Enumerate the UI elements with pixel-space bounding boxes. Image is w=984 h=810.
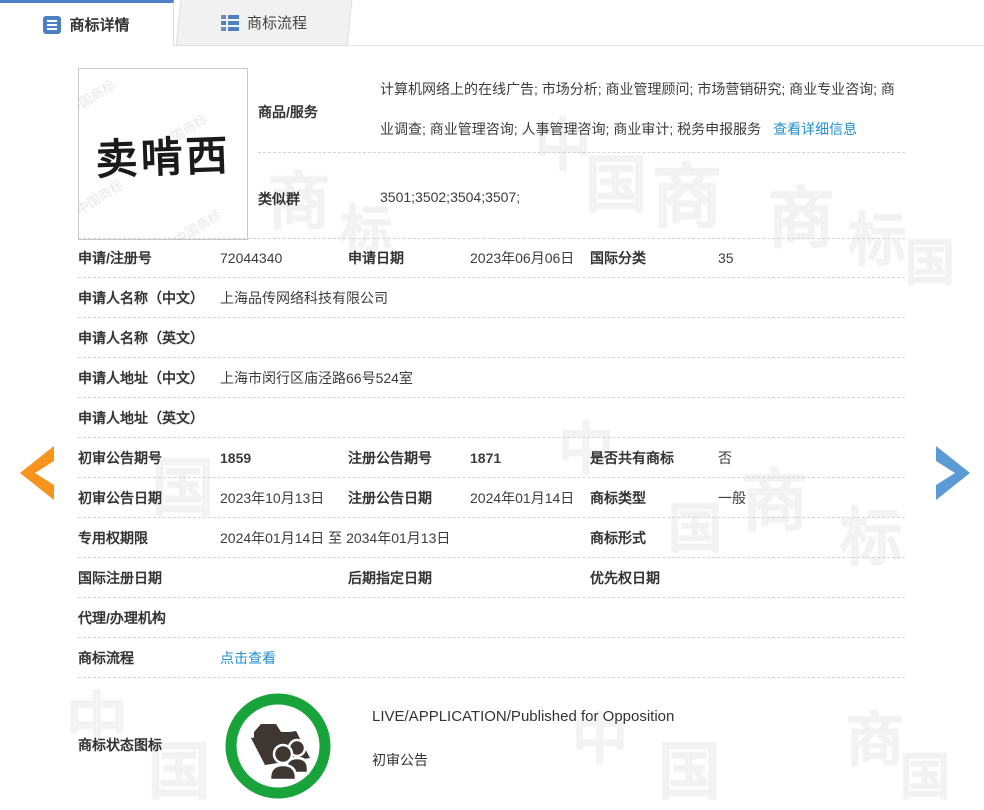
background-watermark-glyph: 国 xyxy=(900,752,950,802)
row-applicant-name-en: 申请人名称（英文） xyxy=(78,318,905,358)
address-en-label: 申请人地址（英文） xyxy=(78,398,204,438)
first-gazette-no-value: 1859 xyxy=(220,438,251,478)
reg-gazette-date-label: 注册公告日期 xyxy=(348,478,432,518)
app-date-value: 2023年06月06日 xyxy=(470,238,574,278)
row-applicant-address-cn: 申请人地址（中文） 上海市闵行区庙泾路66号524室 xyxy=(78,358,905,398)
intl-reg-date-label: 国际注册日期 xyxy=(78,558,162,598)
first-gazette-no-label: 初审公告期号 xyxy=(78,438,162,478)
tab-process-label: 商标流程 xyxy=(247,12,307,33)
background-watermark-glyph: 商 xyxy=(652,162,722,232)
background-watermark-glyph: 国 xyxy=(905,238,955,288)
intl-class-value: 35 xyxy=(718,238,734,278)
row-registration-number: 申请/注册号 72044340 申请日期 2023年06月06日 国际分类 35 xyxy=(78,238,905,278)
divider xyxy=(258,152,905,153)
row-applicant-address-en: 申请人地址（英文） xyxy=(78,398,905,438)
status-text-en: LIVE/APPLICATION/Published for Oppositio… xyxy=(372,708,674,725)
previous-arrow-button[interactable] xyxy=(10,444,58,502)
is-shared-value: 否 xyxy=(718,438,732,478)
priority-date-label: 优先权日期 xyxy=(590,558,660,598)
tab-trademark-detail[interactable]: 商标详情 xyxy=(0,0,174,46)
trademark-image[interactable]: 中国商标 中国商标 中国商标 中国商标 卖啃西 xyxy=(78,68,248,240)
goods-services-value: 计算机网络上的在线广告; 市场分析; 商业管理顾问; 市场营销研究; 商业专业咨… xyxy=(380,69,908,149)
applicant-cn-value: 上海品传网络科技有限公司 xyxy=(220,278,388,318)
click-to-view-link[interactable]: 点击查看 xyxy=(220,648,276,668)
tm-form-label: 商标形式 xyxy=(590,518,646,558)
row-applicant-name-cn: 申请人名称（中文） 上海品传网络科技有限公司 xyxy=(78,278,905,318)
background-watermark-glyph: 国 xyxy=(585,155,647,217)
first-gazette-date-value: 2023年10月13日 xyxy=(220,478,324,518)
exclusive-period-label: 专用权期限 xyxy=(78,518,148,558)
later-designated-date-label: 后期指定日期 xyxy=(348,558,432,598)
trademark-text: 卖啃西 xyxy=(78,68,248,240)
process-label: 商标流程 xyxy=(78,638,134,678)
tab-bar: 商标详情 商标流程 xyxy=(0,0,984,46)
row-process: 商标流程 点击查看 xyxy=(78,638,905,678)
reg-gazette-no-label: 注册公告期号 xyxy=(348,438,432,478)
tm-type-value: 一般 xyxy=(718,478,746,518)
reg-gazette-date-value: 2024年01月14日 xyxy=(470,478,574,518)
reg-no-value: 72044340 xyxy=(220,238,282,278)
tab-detail-label: 商标详情 xyxy=(69,14,129,35)
tm-type-label: 商标类型 xyxy=(590,478,646,518)
view-details-link[interactable]: 查看详细信息 xyxy=(773,121,857,137)
trademark-detail-page: 商 标 中 国 商 商 标 国 国 中 商 标 国 中 国 中 国 商 国 商标… xyxy=(0,0,984,810)
tab-trademark-process[interactable]: 商标流程 xyxy=(176,0,353,46)
is-shared-label: 是否共有商标 xyxy=(590,438,674,478)
reg-gazette-no-value: 1871 xyxy=(470,438,501,478)
detail-list-icon xyxy=(43,16,61,34)
row-status: 商标状态图标 LIVE/APPLICATION/Published for Op… xyxy=(78,678,905,810)
similar-group-label: 类似群 xyxy=(258,189,300,209)
agency-label: 代理/办理机构 xyxy=(78,598,166,638)
applicant-en-label: 申请人名称（英文） xyxy=(78,318,204,358)
row-gazette-dates: 初审公告日期 2023年10月13日 注册公告日期 2024年01月14日 商标… xyxy=(78,478,905,518)
similar-group-value: 3501;3502;3504;3507; xyxy=(380,189,520,205)
row-agency: 代理/办理机构 xyxy=(78,598,905,638)
status-text-cn: 初审公告 xyxy=(372,750,428,770)
address-cn-value: 上海市闵行区庙泾路66号524室 xyxy=(220,358,413,398)
next-arrow-button[interactable] xyxy=(932,444,980,502)
app-date-label: 申请日期 xyxy=(348,238,404,278)
row-exclusive-period: 专用权期限 2024年01月14日 至 2034年01月13日 商标形式 xyxy=(78,518,905,558)
applicant-cn-label: 申请人名称（中文） xyxy=(78,278,204,318)
intl-class-label: 国际分类 xyxy=(590,238,646,278)
reg-no-label: 申请/注册号 xyxy=(78,238,152,278)
exclusive-period-value: 2024年01月14日 至 2034年01月13日 xyxy=(220,518,450,558)
status-folder-icon xyxy=(220,688,336,804)
status-label: 商标状态图标 xyxy=(78,725,162,765)
address-cn-label: 申请人地址（中文） xyxy=(78,358,204,398)
row-intl-dates: 国际注册日期 后期指定日期 优先权日期 xyxy=(78,558,905,598)
process-list-icon xyxy=(221,14,239,32)
goods-services-label: 商品/服务 xyxy=(258,102,318,122)
first-gazette-date-label: 初审公告日期 xyxy=(78,478,162,518)
row-gazette-numbers: 初审公告期号 1859 注册公告期号 1871 是否共有商标 否 xyxy=(78,438,905,478)
